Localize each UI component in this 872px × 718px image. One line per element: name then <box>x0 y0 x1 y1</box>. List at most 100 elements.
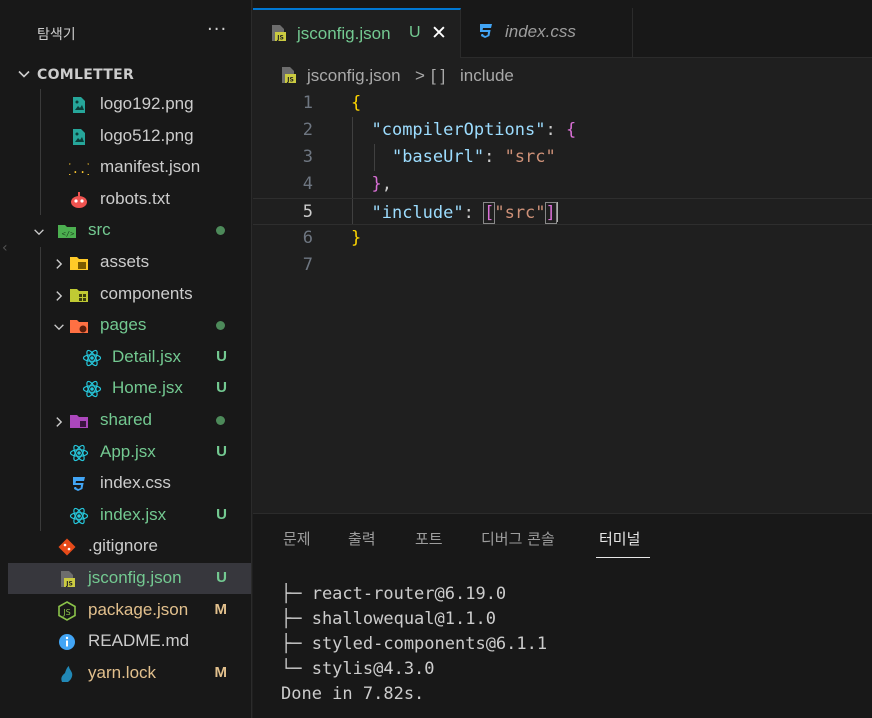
folder-components-icon <box>69 285 89 305</box>
chevron-down-icon[interactable] <box>32 224 46 238</box>
line-number: 1 <box>302 93 313 113</box>
code-line: 4 }, <box>253 171 872 198</box>
tree-item-shared[interactable]: shared <box>8 405 251 436</box>
svg-text:JS: JS <box>65 581 73 588</box>
line-number: 7 <box>302 255 313 275</box>
terminal-line: ├─ styled-components@6.1.1 <box>281 634 548 654</box>
bottom-panel: 문제 출력 포트 디버그 콘솔 터미널 ├─ react-router@6.19… <box>253 513 872 718</box>
chevron-right-icon[interactable] <box>52 414 66 428</box>
line-content: "baseUrl": "src" <box>391 147 556 167</box>
svg-text:JS: JS <box>62 608 70 617</box>
tab-index-css[interactable]: index.css <box>461 8 633 58</box>
tree-item-label: Home.jsx <box>112 378 183 398</box>
indent-guide <box>40 89 41 216</box>
tab-terminal[interactable]: 터미널 <box>599 528 640 549</box>
tree-item-label: manifest.json <box>100 157 201 177</box>
line-number: 6 <box>302 228 313 248</box>
text-cursor <box>555 202 558 222</box>
breadcrumb: JS jsconfig.json > [ ] include <box>253 62 872 90</box>
tab-ports[interactable]: 포트 <box>415 528 443 549</box>
line-number: 3 <box>302 147 313 167</box>
code-editor[interactable]: 1 { 2 "compilerOptions": { 3 "baseUrl": … <box>253 90 872 510</box>
tree-item-label: .gitignore <box>88 536 158 556</box>
tree-item-logo192-png[interactable]: logo192.png <box>8 89 251 120</box>
tree-item-label: components <box>100 283 193 303</box>
tab-output[interactable]: 출력 <box>348 528 376 549</box>
breadcrumb-file[interactable]: jsconfig.json <box>307 66 401 86</box>
jsconfig-icon: JS <box>57 569 77 589</box>
nodejs-icon: JS <box>57 600 77 621</box>
git-status-badge: U <box>216 347 227 365</box>
tree-item-manifest-json[interactable]: {..} manifest.json <box>8 152 251 183</box>
terminal-line: ├─ react-router@6.19.0 <box>281 584 507 604</box>
code-line-current: 5 "include": ["src"] <box>253 198 872 225</box>
tree-item-assets[interactable]: assets <box>8 247 251 278</box>
explorer-header: 탐색기 ··· <box>0 10 251 54</box>
chevron-right-icon[interactable] <box>52 256 66 270</box>
line-number: 5 <box>302 202 313 222</box>
tree-item-label: jsconfig.json <box>88 568 182 587</box>
active-tab-indicator <box>596 557 650 558</box>
tab-label: index.css <box>505 22 576 41</box>
tab-debug-console[interactable]: 디버그 콘솔 <box>481 528 555 549</box>
tree-item-label: src <box>88 220 111 240</box>
breadcrumb-symbol[interactable]: include <box>460 66 514 86</box>
tree-item-logo512-png[interactable]: logo512.png <box>8 121 251 152</box>
yarn-icon <box>57 664 77 684</box>
tree-item-jsconfig-json[interactable]: JS jsconfig.json U <box>8 563 251 594</box>
css-icon <box>69 474 89 494</box>
tree-item-label: index.jsx <box>100 504 167 524</box>
code-line: 1 { <box>253 90 872 117</box>
tree-item-label: Detail.jsx <box>112 346 181 366</box>
bracket-match-open: [ <box>483 202 496 224</box>
tree-item-label: logo512.png <box>100 125 194 145</box>
tree-item-yarn-lock[interactable]: yarn.lock M <box>8 658 251 689</box>
folder-pages-icon <box>69 316 89 336</box>
image-icon <box>69 95 89 115</box>
tab-label: jsconfig.json <box>297 24 391 43</box>
tree-item-label: index.css <box>100 473 171 493</box>
tree-item-label: yarn.lock <box>88 662 157 682</box>
terminal-line: └─ stylis@4.3.0 <box>281 659 435 679</box>
git-status-badge: U <box>216 569 227 586</box>
workspace-root-label: COMLETTER <box>37 67 135 83</box>
tree-item-src[interactable]: </> src <box>8 215 251 246</box>
react-icon <box>69 506 89 526</box>
tree-item-pages[interactable]: pages <box>8 310 251 341</box>
jsconfig-icon: JS <box>272 25 286 42</box>
more-actions-icon[interactable]: ··· <box>207 19 227 40</box>
code-line: 2 "compilerOptions": { <box>253 117 872 144</box>
chevron-down-icon[interactable] <box>52 319 66 333</box>
array-symbol-icon: [ ] <box>431 66 446 85</box>
explorer-sidebar: 탐색기 ··· COMLETTER ‹ logo192.png logo512.p… <box>0 0 252 718</box>
line-content: "include": ["src"] <box>371 202 558 224</box>
chevron-right-icon[interactable] <box>52 288 66 302</box>
tree-item-index-jsx[interactable]: index.jsx U <box>8 500 251 531</box>
code-line: 6 } <box>253 225 872 252</box>
terminal-line: Done in 7.82s. <box>281 684 425 704</box>
tab-problems[interactable]: 문제 <box>283 528 311 549</box>
tree-item-readme-md[interactable]: README.md <box>8 626 251 657</box>
terminal-line: ├─ shallowequal@1.1.0 <box>281 609 496 629</box>
git-status-badge: M <box>214 600 228 618</box>
tab-jsconfig-json[interactable]: JS jsconfig.json U ✕ <box>253 8 461 58</box>
svg-text:JS: JS <box>286 77 294 84</box>
tree-item-app-jsx[interactable]: App.jsx U <box>8 437 251 468</box>
close-icon[interactable]: ✕ <box>431 22 447 44</box>
git-change-dot <box>216 321 225 331</box>
tab-git-badge: U <box>409 24 421 41</box>
line-content: { <box>351 93 362 113</box>
tree-item-package-json[interactable]: JS package.json M <box>8 595 251 626</box>
workspace-root[interactable]: COMLETTER <box>8 62 251 88</box>
chevron-down-icon <box>18 70 30 78</box>
editor-tab-bar: JS jsconfig.json U ✕ index.css <box>253 0 872 58</box>
terminal-output[interactable]: ├─ react-router@6.19.0 ├─ shallowequal@1… <box>281 584 547 709</box>
css-icon <box>480 24 492 38</box>
tree-item-components[interactable]: components <box>8 279 251 310</box>
tree-item-detail-jsx[interactable]: Detail.jsx U <box>8 342 251 373</box>
tree-item-gitignore[interactable]: .gitignore <box>8 531 251 562</box>
robot-icon <box>69 190 89 210</box>
tree-item-home-jsx[interactable]: Home.jsx U <box>8 373 251 404</box>
tree-item-robots-txt[interactable]: robots.txt <box>8 184 251 215</box>
tree-item-index-css[interactable]: index.css <box>8 468 251 499</box>
